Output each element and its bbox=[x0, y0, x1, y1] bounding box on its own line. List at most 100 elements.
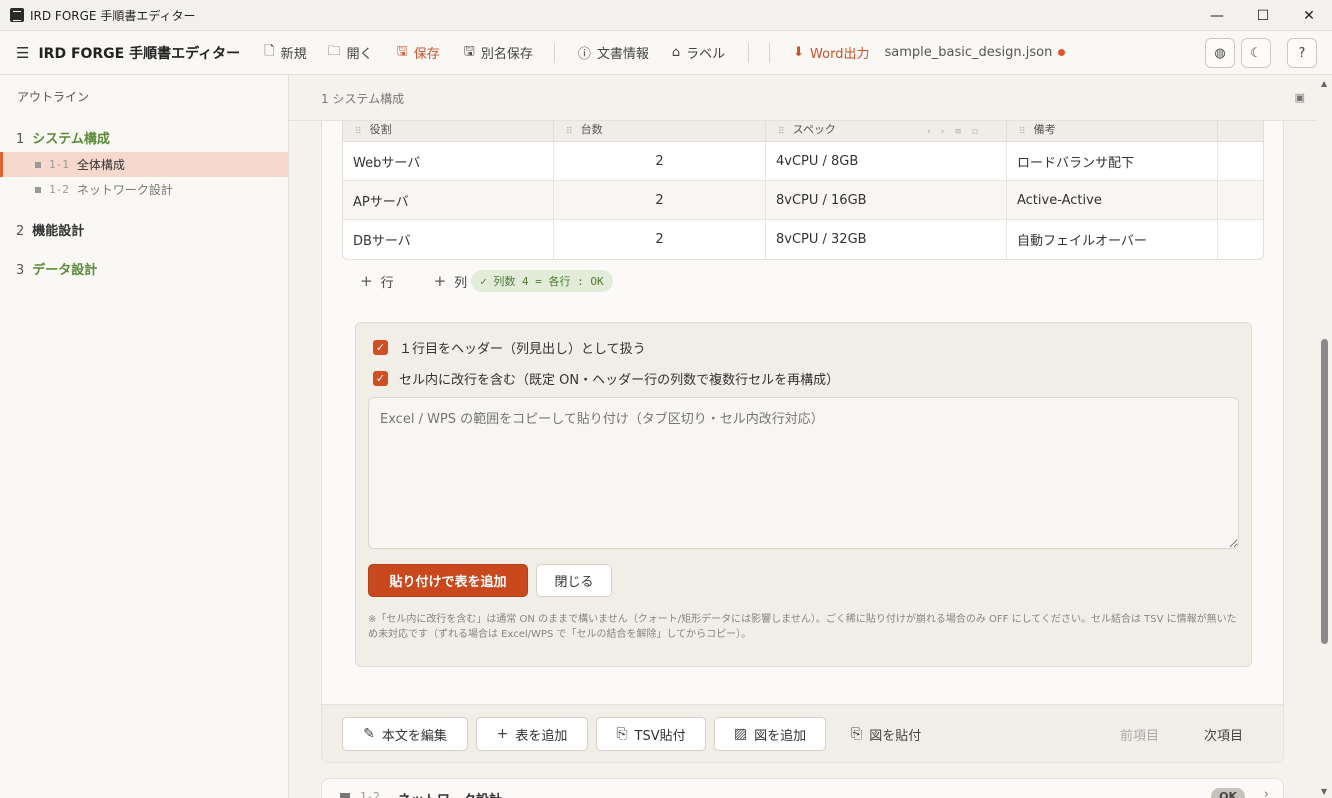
add-table-button[interactable]: + 表を追加 bbox=[476, 717, 588, 751]
label-button[interactable]: ⌂ ラベル bbox=[672, 43, 725, 62]
brand-title: IRD FORGE 手順書エディター bbox=[38, 45, 241, 62]
outline-section-1[interactable]: 1 システム構成 bbox=[16, 128, 110, 147]
window-title: IRD FORGE 手順書エディター bbox=[30, 8, 196, 23]
linebreak-option[interactable]: ✓ セル内に改行を含む（既定 ON・ヘッダー行の列数で複数行セルを再構成） bbox=[373, 369, 839, 388]
column-header[interactable]: ⠿ 台数 bbox=[554, 121, 766, 141]
plus-icon: + bbox=[433, 272, 447, 290]
main-content: 1 システム構成 ▣ ⠿ 役割 ⠿ 台数 ⠿ スペック ‹›≡▫ ⠿ 備考 Webサーバ … bbox=[289, 75, 1317, 798]
table-row: Webサーバ 2 4vCPU / 8GB ロードバランサ配下 bbox=[343, 142, 1263, 181]
save-button[interactable]: 🖫 保存 bbox=[397, 42, 440, 64]
table-cell[interactable]: Active-Active bbox=[1007, 181, 1218, 219]
drag-handle-icon[interactable]: ⠿ bbox=[355, 127, 362, 137]
word-export-button[interactable]: ⬇ Word出力 bbox=[793, 43, 869, 62]
open-button-label: 開く bbox=[346, 47, 373, 62]
save-icon: 🖫 bbox=[396, 43, 408, 59]
minimize-button[interactable]: — bbox=[1194, 0, 1240, 31]
file-name: sample_basic_design.json bbox=[884, 45, 1053, 60]
table-cell[interactable]: 2 bbox=[554, 181, 766, 219]
table-cell[interactable]: 2 bbox=[554, 220, 766, 259]
table-cell[interactable]: DBサーバ bbox=[343, 220, 554, 259]
table-cell[interactable]: 4vCPU / 8GB bbox=[766, 142, 1007, 180]
dark-mode-button[interactable]: ☾ bbox=[1241, 38, 1271, 68]
table-cell[interactable]: Webサーバ bbox=[343, 142, 554, 180]
folder-icon: 🗀 bbox=[327, 43, 341, 59]
folder-plus-icon[interactable]: ▣ bbox=[1295, 91, 1305, 104]
table-cell[interactable]: APサーバ bbox=[343, 181, 554, 219]
paste-figure-button[interactable]: ⎘ 図を貼付 bbox=[851, 717, 921, 751]
new-button[interactable]: 🗋 新規 bbox=[264, 42, 306, 64]
table-cell[interactable]: ロードバランサ配下 bbox=[1007, 142, 1218, 180]
scroll-thumb[interactable] bbox=[1321, 339, 1328, 644]
edit-body-button[interactable]: ✎ 本文を編集 bbox=[342, 717, 468, 751]
column-check-badge: ✓ 列数 4 = 各行 : OK bbox=[471, 270, 613, 292]
help-button[interactable]: ? bbox=[1287, 38, 1317, 68]
maximize-button[interactable]: ☐ bbox=[1240, 0, 1286, 31]
checkbox-checked-icon[interactable]: ✓ bbox=[373, 340, 388, 355]
column-header[interactable]: ⠿ スペック ‹›≡▫ bbox=[766, 121, 1007, 141]
open-button[interactable]: 🗀 開く bbox=[328, 42, 373, 64]
scrollbar[interactable]: ▲ ▼ bbox=[1317, 75, 1332, 798]
info-icon: ⓘ bbox=[577, 47, 591, 62]
table-header: ⠿ 役割 ⠿ 台数 ⠿ スペック ‹›≡▫ ⠿ 備考 bbox=[343, 121, 1263, 142]
close-button[interactable]: ✕ bbox=[1286, 0, 1332, 31]
breadcrumb-bar: 1 システム構成 ▣ bbox=[289, 75, 1317, 121]
label-button-label: ラベル bbox=[686, 47, 726, 62]
menu-list-icon: ☰ bbox=[16, 43, 30, 62]
paste-textarea[interactable] bbox=[368, 397, 1239, 549]
download-file-icon: ⬇ bbox=[793, 45, 805, 60]
prev-item-button[interactable]: 前項目 bbox=[1120, 717, 1159, 751]
column-header[interactable]: ⠿ 備考 bbox=[1007, 121, 1218, 141]
drag-handle-icon[interactable]: ⠿ bbox=[778, 127, 785, 137]
breadcrumb: 1 システム構成 bbox=[321, 92, 405, 106]
square-icon bbox=[35, 186, 41, 193]
outline-item-1-2[interactable]: 1-2 ネットワーク設計 bbox=[0, 177, 288, 202]
outline-section-3[interactable]: 3 データ設計 bbox=[16, 259, 97, 278]
scroll-down-icon[interactable]: ▼ bbox=[1321, 787, 1327, 796]
table-cell[interactable]: 自動フェイルオーバー bbox=[1007, 220, 1218, 259]
moon-icon: ☾ bbox=[1250, 45, 1262, 61]
add-row-button[interactable]: + 行 bbox=[360, 272, 394, 291]
status-badge: OK bbox=[1211, 788, 1245, 798]
plus-icon: + bbox=[496, 726, 509, 742]
header-option[interactable]: ✓ １行目をヘッダー（列見出し）として扱う bbox=[373, 338, 646, 357]
next-section-card[interactable]: 1-2 ネットワーク設計 OK › bbox=[321, 778, 1284, 798]
column-header[interactable]: ⠿ 役割 bbox=[343, 121, 554, 141]
outline-item-1-1[interactable]: 1-1 全体構成 bbox=[0, 152, 288, 177]
row-tools[interactable] bbox=[1218, 220, 1263, 259]
drag-handle-icon[interactable]: ⠿ bbox=[566, 127, 573, 137]
close-panel-button[interactable]: 閉じる bbox=[536, 564, 612, 597]
outline-heading: アウトライン bbox=[17, 90, 90, 104]
table-cell[interactable]: 8vCPU / 16GB bbox=[766, 181, 1007, 219]
drag-handle-icon[interactable]: ⠿ bbox=[1019, 127, 1026, 137]
add-column-button[interactable]: + 列 bbox=[434, 272, 468, 291]
doc-info-button-label: 文書情報 bbox=[596, 47, 649, 62]
scroll-up-icon[interactable]: ▲ bbox=[1321, 79, 1327, 88]
toolbar-divider bbox=[553, 42, 555, 63]
chevron-right-icon[interactable]: › bbox=[1264, 787, 1269, 798]
clipboard-icon: ⎘ bbox=[616, 726, 628, 742]
window-controls: — ☐ ✕ bbox=[1194, 0, 1332, 31]
paste-add-table-button[interactable]: 貼り付けで表を追加 bbox=[368, 564, 528, 597]
toolbar-divider bbox=[769, 42, 771, 63]
next-item-button[interactable]: 次項目 bbox=[1204, 717, 1243, 751]
plus-icon: + bbox=[360, 272, 373, 290]
theme-palette-button[interactable]: ◍ bbox=[1205, 38, 1235, 68]
app-icon bbox=[10, 8, 24, 22]
doc-info-button[interactable]: ⓘ 文書情報 bbox=[578, 43, 649, 62]
toolbar-divider bbox=[748, 42, 750, 63]
pencil-icon: ✎ bbox=[363, 726, 375, 742]
table-cell[interactable]: 2 bbox=[554, 142, 766, 180]
outline-section-2[interactable]: 2 機能設計 bbox=[16, 220, 84, 239]
row-tools[interactable] bbox=[1218, 142, 1263, 180]
tsv-paste-button[interactable]: ⎘ TSV貼付 bbox=[596, 717, 706, 751]
row-tools[interactable] bbox=[1218, 181, 1263, 219]
new-button-label: 新規 bbox=[280, 47, 307, 62]
image-plus-icon: ▨ bbox=[733, 726, 748, 742]
table-row: APサーバ 2 8vCPU / 16GB Active-Active bbox=[343, 181, 1263, 220]
column-tools-icon[interactable]: ‹›≡▫ bbox=[927, 127, 988, 137]
add-figure-button[interactable]: ▨ 図を追加 bbox=[714, 717, 826, 751]
checkbox-checked-icon[interactable]: ✓ bbox=[373, 371, 388, 386]
table-cell[interactable]: 8vCPU / 32GB bbox=[766, 220, 1007, 259]
save-as-button[interactable]: 🖫 別名保存 bbox=[464, 42, 533, 64]
tsv-paste-panel: ✓ １行目をヘッダー（列見出し）として扱う ✓ セル内に改行を含む（既定 ON・… bbox=[355, 322, 1252, 667]
